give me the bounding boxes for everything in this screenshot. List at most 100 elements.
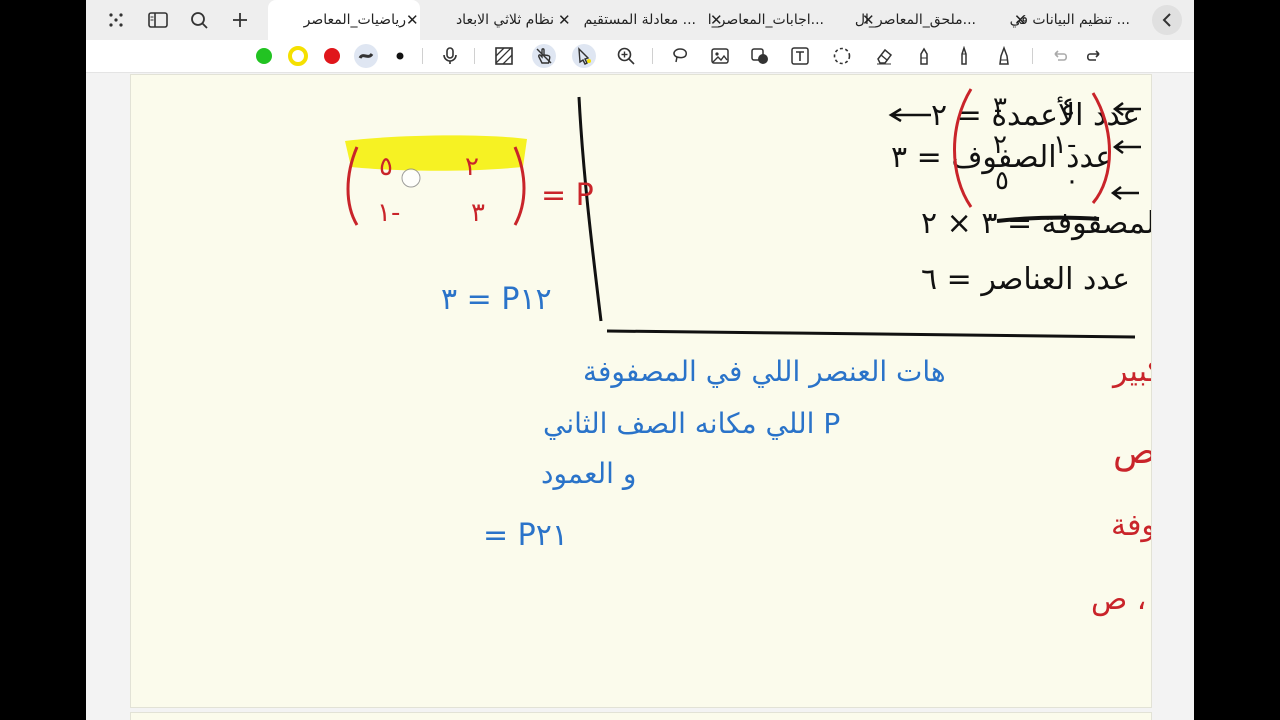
eraser-button[interactable] [872,44,896,68]
dashed-circle-icon [833,47,851,65]
highlighter-tool-button[interactable] [572,44,596,68]
blue-equation-1: ٣ = P١٢ [441,282,552,317]
dot-size-button[interactable] [388,44,412,68]
matrix-cell: ٢ [465,152,479,182]
matrix-cell: ٠ [1065,166,1079,196]
tab-3[interactable]: ✕ اجابات_المعاصر_ا... [706,0,826,40]
lasso-select-button[interactable] [830,44,854,68]
arrow-icon [1112,140,1141,154]
zoom-in-icon [617,47,635,65]
yellow-highlight-stroke [345,135,527,171]
microphone-icon [443,47,457,64]
toolbar-divider [1032,48,1033,64]
close-icon[interactable]: ✕ [558,11,571,29]
matrix-cell: ١- [377,198,400,228]
color-dot-icon [324,48,340,64]
dot-icon [396,52,404,60]
next-page-edge [130,712,1152,720]
back-button[interactable] [1152,5,1182,35]
blue-note-line-1: هات العنصر اللي في المصفوفة [583,355,946,388]
note-columns-count: عدد الأعمدة = ٢ [931,95,1140,133]
toolbar-divider [474,48,475,64]
hatch-box-icon [495,47,513,65]
matrix-cell: ٤ [1061,92,1075,122]
undo-icon [1054,50,1068,61]
blue-note-line-3: و العمود [541,457,636,490]
pen-stroke-icon [358,52,374,59]
new-tab-button[interactable] [226,6,254,34]
highlighter-icon [920,47,928,65]
tab-label: رياضيات_المعاصر [303,12,406,28]
divider-line-horizontal [606,329,1136,339]
note-page[interactable]: عدد الأعمدة = ٢ عدد الصفوف = ٣ نظم المصف… [130,74,1194,708]
microphone-button[interactable] [438,44,462,68]
tab-2[interactable]: ✕ معادلة المستقيم ... [554,0,704,40]
arrow-icon [888,107,931,123]
lasso-icon [673,48,687,63]
pen-thickness-button[interactable] [354,44,378,68]
sidebar-toggle-button[interactable] [144,6,172,34]
blue-equation-2: = P٢١ [483,518,568,553]
toolbar-divider [422,48,423,64]
shapes-icon [751,48,768,64]
pen-button[interactable] [992,44,1016,68]
text-box-button[interactable] [788,44,812,68]
matrix-cell: ٣ [993,92,1007,122]
note-elements-count: عدد العناصر = ٦ [921,262,1130,297]
red-note-line-1: المصفوفة يرمز بالرمز الكبير [1111,354,1151,389]
close-icon[interactable]: ✕ [406,11,419,29]
pencil-icon [961,46,967,65]
fountain-pen-icon [999,46,1009,65]
blue-note-line-2: P اللي مكانه الصف الثاني [543,407,840,440]
pencil-button[interactable] [952,44,976,68]
tab-4[interactable]: ✕ ملحق_المعاصر_ال... [854,0,1008,40]
handwriting-layer: عدد الأعمدة = ٢ عدد الصفوف = ٣ نظم المصف… [345,88,1194,617]
matrix-cell: ٥ [379,152,393,182]
dots-grid-icon [109,13,123,27]
tab-0[interactable]: رياضيات_المعاصر [268,0,420,40]
matrix-name: = P [541,178,594,213]
green-color-swatch[interactable] [252,44,276,68]
tab-1[interactable]: ✕ نظام ثلاثي الابعاد [402,0,572,40]
red-note-line-3: العنصر اللي جوا المصفوفة [1111,508,1151,543]
search-icon [191,12,208,29]
toolbar-divider [652,48,653,64]
plus-icon [233,13,247,27]
touch-cursor [401,168,421,188]
annotation-toolbar [86,40,1194,73]
shapes-button[interactable] [748,44,772,68]
lasso-button[interactable] [668,44,692,68]
arrow-icon [1110,186,1139,200]
selection-box-button[interactable] [492,44,516,68]
red-note-line-4: P ، ب ، س ، ص [1091,582,1151,617]
red-color-swatch[interactable] [320,44,344,68]
touch-draw-button[interactable] [532,44,556,68]
matrix-cell: ١- [1053,130,1076,160]
color-dot-icon [256,48,272,64]
red-note-line-2: P ، ب ، س ، ص [1113,431,1151,472]
color-ring-icon [288,46,308,66]
image-icon [711,48,729,64]
text-box-icon [791,47,809,65]
eraser-icon [877,48,893,65]
highlighter-button[interactable] [912,44,936,68]
matrix-cell: ٢ [993,130,1007,160]
tab-label: ملحق_المعاصر_ال... [854,12,976,28]
undo-button[interactable] [1048,44,1072,68]
hand-touch-icon [536,48,552,64]
matrix-cell: ٥ [995,166,1009,196]
redo-icon [1086,50,1100,61]
tab-5[interactable]: ✕ تنظيم البيانات في ... [1010,0,1164,40]
image-button[interactable] [708,44,732,68]
chevron-left-icon [1162,13,1171,27]
sidebar-icon [148,12,168,28]
pdf-annotation-app: رياضيات_المعاصر ✕ نظام ثلاثي الابعاد ✕ م… [86,0,1194,720]
search-button[interactable] [185,6,213,34]
matrix-cell: ٣ [471,198,485,228]
tab-label: تنظيم البيانات في ... [1009,12,1130,28]
redo-button[interactable] [1082,44,1106,68]
grid-menu-button[interactable] [102,6,130,34]
zoom-button[interactable] [614,44,638,68]
yellow-color-swatch[interactable] [286,44,310,68]
tab-label: معادلة المستقيم ... [583,12,696,28]
